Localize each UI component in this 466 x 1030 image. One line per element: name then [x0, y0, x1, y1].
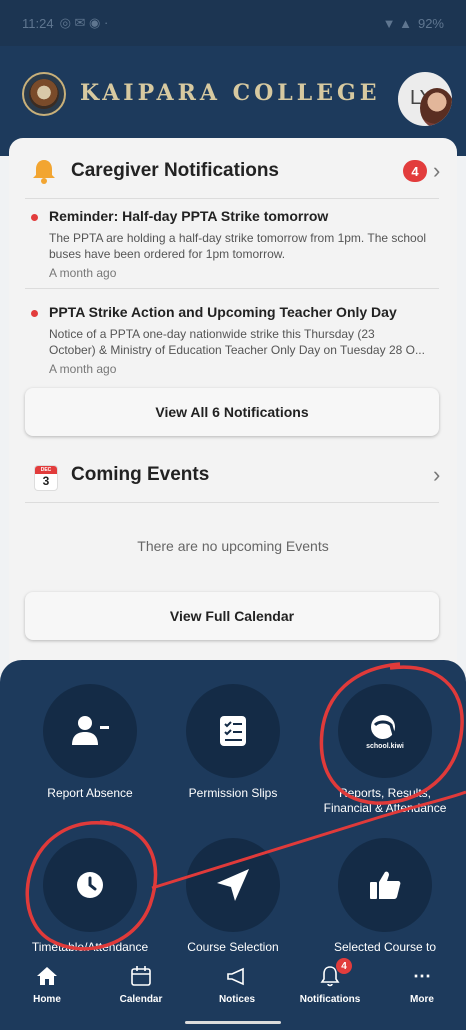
notice-title: PPTA Strike Action and Upcoming Teacher …	[49, 304, 397, 320]
person-minus-icon	[72, 716, 109, 745]
tile-circle	[43, 838, 137, 932]
tile-label: Reports, Results, Financial & Attendance	[310, 786, 460, 816]
notification-count-badge: 4	[403, 160, 427, 182]
notice-time: A month ago	[49, 266, 117, 280]
nav-calendar[interactable]: Calendar	[101, 964, 181, 1014]
calendar-day: 3	[42, 474, 50, 488]
notice-body: The PPTA are holding a half-day strike t…	[49, 231, 427, 261]
nav-label: More	[410, 994, 434, 1005]
unread-dot	[31, 310, 38, 317]
dashboard-card: Caregiver Notifications 4 › Reminder: Ha…	[9, 138, 457, 698]
tile-label-line: Financial & Attendance	[323, 801, 447, 815]
status-left: 11:24 ◎ ✉ ◉ ·	[22, 15, 108, 31]
home-indicator[interactable]	[185, 1021, 281, 1024]
avatar-photo	[420, 88, 452, 126]
nav-notices[interactable]: Notices	[197, 964, 277, 1014]
megaphone-icon	[227, 967, 244, 986]
notifications-header[interactable]: Caregiver Notifications 4 ›	[9, 142, 457, 200]
bell-icon	[33, 160, 55, 184]
tile-circle: school.kiwi	[338, 684, 432, 778]
unread-dot	[31, 214, 38, 221]
nav-label: Home	[33, 994, 61, 1005]
nav-notifications[interactable]: 4 Notifications	[290, 958, 370, 1014]
reports-results-tile[interactable]: school.kiwi Reports, Results, Financial …	[310, 684, 460, 834]
school-name: KAIPARA COLLEGE	[80, 80, 381, 106]
school-kiwi-text: school.kiwi	[366, 742, 404, 750]
school-crest-logo	[22, 72, 66, 116]
permission-slips-tile[interactable]: Permission Slips	[158, 684, 308, 834]
nav-label: Calendar	[119, 994, 163, 1005]
nav-more[interactable]: ⋯ More	[382, 964, 462, 1014]
home-icon	[37, 967, 57, 985]
signal-icon: ▼ ▲	[382, 15, 412, 31]
tile-circle	[43, 684, 137, 778]
empty-events-text: There are no upcoming Events	[137, 538, 329, 554]
notice-item[interactable]: PPTA Strike Action and Upcoming Teacher …	[29, 304, 439, 380]
notifications-badge: 4	[336, 958, 352, 974]
thumbs-up-icon	[370, 871, 401, 899]
report-absence-tile[interactable]: Report Absence	[15, 684, 165, 834]
status-right: ▼ ▲ 92%	[383, 16, 444, 31]
status-bar: 11:24 ◎ ✉ ◉ · ▼ ▲ 92%	[0, 0, 466, 46]
status-time: 11:24	[22, 15, 54, 31]
notice-body-line: October) & Ministry of Education Teacher…	[49, 343, 425, 357]
nav-label: Notifications	[299, 994, 361, 1005]
tile-label-line: Reports, Results,	[338, 786, 432, 800]
calendar-month: DEC	[35, 466, 57, 474]
bottom-navigation: Home Calendar Notices 4 Notifications ⋯ …	[0, 952, 466, 1030]
profile-avatar[interactable]: LY	[398, 72, 452, 126]
notice-body: Notice of a PPTA one-day nationwide stri…	[49, 326, 441, 358]
divider	[25, 288, 439, 289]
events-title: Coming Events	[71, 464, 210, 485]
tile-label: Report Absence	[47, 786, 133, 800]
calendar-date-icon: DEC 3	[35, 466, 57, 490]
tile-circle	[186, 838, 280, 932]
notice-body-line: Notice of a PPTA one-day nationwide stri…	[49, 327, 375, 341]
tile-label: Permission Slips	[188, 786, 278, 800]
chevron-right-icon: ›	[433, 462, 441, 487]
nav-home[interactable]: Home	[7, 964, 87, 1014]
view-full-calendar-button[interactable]: View Full Calendar	[25, 592, 439, 640]
status-icons: ◎ ✉ ◉ ·	[59, 15, 109, 30]
tile-circle	[338, 838, 432, 932]
ellipsis-icon: ⋯	[413, 965, 431, 986]
navigation-arrow-icon	[217, 869, 249, 901]
tile-circle	[186, 684, 280, 778]
notifications-title: Caregiver Notifications	[71, 160, 279, 181]
nav-label: Notices	[218, 994, 256, 1005]
divider	[25, 502, 439, 503]
divider	[25, 198, 439, 199]
view-all-notifications-button[interactable]: View All 6 Notifications	[25, 388, 439, 436]
school-kiwi-icon	[371, 714, 397, 739]
clock-icon	[77, 872, 103, 898]
notice-item[interactable]: Reminder: Half-day PPTA Strike tomorrow …	[29, 208, 439, 284]
battery-level: 92%	[417, 15, 444, 31]
notice-time: A month ago	[49, 362, 117, 376]
calendar-icon	[131, 966, 151, 986]
chevron-right-icon: ›	[433, 158, 441, 183]
notice-title: Reminder: Half-day PPTA Strike tomorrow	[49, 208, 329, 224]
checklist-icon	[220, 716, 246, 746]
events-header[interactable]: DEC 3 Coming Events ›	[9, 446, 457, 504]
